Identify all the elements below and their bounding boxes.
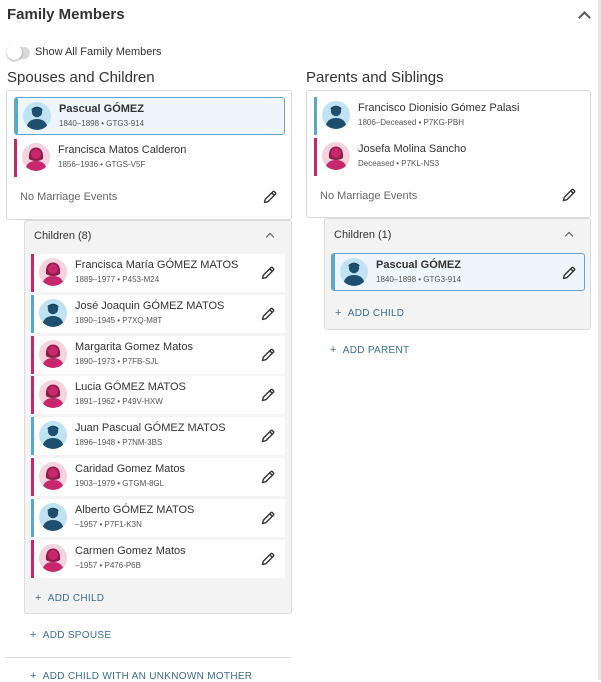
male-avatar-icon bbox=[340, 258, 368, 286]
child-card[interactable]: Caridad Gomez Matos 1903–1979 • GTGM-8GL bbox=[31, 458, 285, 496]
person-meta: –1957 • P476-P6B bbox=[75, 561, 141, 570]
person-name: Margarita Gomez Matos bbox=[75, 341, 193, 353]
person-meta: –1957 • P7F1-K3N bbox=[75, 520, 142, 529]
child-card[interactable]: Lucia GÓMEZ MATOS 1891–1962 • P49V-HXW bbox=[31, 376, 285, 414]
parents-siblings-title: Parents and Siblings bbox=[306, 69, 444, 86]
children-collapse-icon[interactable] bbox=[564, 231, 574, 241]
male-avatar-icon bbox=[322, 101, 350, 129]
child-card[interactable]: Margarita Gomez Matos 1890–1973 • P7FB-SJ… bbox=[31, 336, 285, 374]
panel-title: Family Members bbox=[7, 6, 125, 23]
add-parent-button[interactable]: + ADD PARENT bbox=[330, 344, 409, 356]
male-avatar-icon bbox=[23, 102, 51, 130]
no-marriage-events: No Marriage Events bbox=[20, 191, 118, 203]
person-name: Francisca María GÓMEZ MATOS bbox=[75, 259, 239, 271]
male-avatar-icon bbox=[39, 421, 67, 449]
child-card[interactable]: Carmen Gomez Matos –1957 • P476-P6B bbox=[31, 540, 285, 578]
parents-card: Francisco Dionisio Gómez Palasi 1806–Dec… bbox=[306, 90, 591, 218]
divider bbox=[6, 657, 290, 658]
person-name: Francisco Dionisio Gómez Palasi bbox=[358, 102, 520, 114]
edit-pencil-icon[interactable] bbox=[260, 551, 276, 567]
person-card[interactable]: Pascual GÓMEZ 1840–1898 • GTG3-914 bbox=[14, 97, 285, 135]
female-avatar-icon bbox=[39, 258, 67, 286]
person-card[interactable]: Francisca Matos Calderon 1856–1936 • GTG… bbox=[14, 139, 285, 177]
person-meta: 1840–1898 • GTG3-914 bbox=[59, 119, 145, 128]
female-avatar-icon bbox=[39, 462, 67, 490]
person-meta: 1890–1945 • P7XQ-M8T bbox=[75, 316, 163, 325]
children-collapse-icon[interactable] bbox=[265, 232, 275, 242]
person-meta: 1806–Deceased • P7KG-PBH bbox=[358, 118, 464, 127]
children-title: Children (8) bbox=[34, 230, 92, 242]
edit-pencil-icon[interactable] bbox=[260, 347, 276, 363]
person-meta: 1891–1962 • P49V-HXW bbox=[75, 397, 163, 406]
person-card[interactable]: Josefa Molina Sancho Deceased • P7KL-NS3 bbox=[314, 138, 584, 176]
edit-pencil-icon[interactable] bbox=[260, 469, 276, 485]
person-meta: 1896–1948 • P7NM-3BS bbox=[75, 438, 163, 447]
person-name: Lucia GÓMEZ MATOS bbox=[75, 381, 186, 393]
show-all-toggle[interactable] bbox=[7, 45, 30, 60]
edit-pencil-icon[interactable] bbox=[561, 187, 577, 203]
couple-card: Pascual GÓMEZ 1840–1898 • GTG3-914 Franc… bbox=[6, 90, 292, 220]
no-marriage-events: No Marriage Events bbox=[320, 190, 418, 202]
add-child-button[interactable]: + ADD CHILD bbox=[335, 307, 404, 319]
child-card[interactable]: Juan Pascual GÓMEZ MATOS 1896–1948 • P7NM… bbox=[31, 417, 285, 455]
female-avatar-icon bbox=[22, 143, 50, 171]
child-card[interactable]: Francisca María GÓMEZ MATOS 1889–1977 • P… bbox=[31, 254, 285, 292]
edit-pencil-icon[interactable] bbox=[262, 189, 278, 205]
person-name: Francisca Matos Calderon bbox=[58, 144, 187, 156]
person-meta: Deceased • P7KL-NS3 bbox=[358, 159, 440, 168]
female-avatar-icon bbox=[39, 380, 67, 408]
person-meta: 1856–1936 • GTGS-V5F bbox=[58, 160, 146, 169]
collapse-chevron-icon[interactable] bbox=[578, 11, 591, 24]
edit-pencil-icon[interactable] bbox=[260, 510, 276, 526]
spouses-children-title: Spouses and Children bbox=[7, 69, 155, 86]
edit-pencil-icon[interactable] bbox=[260, 265, 276, 281]
female-avatar-icon bbox=[39, 340, 67, 368]
add-spouse-button[interactable]: + ADD SPOUSE bbox=[30, 629, 111, 641]
person-name: Pascual GÓMEZ bbox=[376, 259, 461, 271]
person-name: Carmen Gomez Matos bbox=[75, 545, 186, 557]
person-meta: 1889–1977 • P453-M24 bbox=[75, 275, 160, 284]
female-avatar-icon bbox=[322, 142, 350, 170]
person-card[interactable]: Pascual GÓMEZ 1840–1898 • GTG3-914 bbox=[331, 253, 585, 291]
siblings-panel: Children (1) Pascual GÓMEZ 1840–1898 • G… bbox=[324, 218, 591, 330]
person-name: José Joaquin GÓMEZ MATOS bbox=[75, 300, 225, 312]
person-meta: 1840–1898 • GTG3-914 bbox=[376, 275, 462, 284]
children-title: Children (1) bbox=[334, 229, 392, 241]
male-avatar-icon bbox=[39, 299, 67, 327]
person-name: Josefa Molina Sancho bbox=[358, 143, 467, 155]
person-card[interactable]: Francisco Dionisio Gómez Palasi 1806–Dec… bbox=[314, 97, 584, 135]
children-panel: Children (8) Francisca María GÓMEZ MATOS… bbox=[24, 220, 292, 614]
edit-pencil-icon[interactable] bbox=[260, 387, 276, 403]
show-all-label: Show All Family Members bbox=[35, 46, 162, 58]
male-avatar-icon bbox=[39, 503, 67, 531]
person-name: Juan Pascual GÓMEZ MATOS bbox=[75, 422, 226, 434]
edit-pencil-icon[interactable] bbox=[561, 265, 577, 281]
child-card[interactable]: Alberto GÓMEZ MATOS –1957 • P7F1-K3N bbox=[31, 499, 285, 537]
person-name: Alberto GÓMEZ MATOS bbox=[75, 504, 195, 516]
person-name: Pascual GÓMEZ bbox=[59, 103, 144, 115]
edit-pencil-icon[interactable] bbox=[260, 306, 276, 322]
add-child-button[interactable]: + ADD CHILD bbox=[35, 592, 104, 604]
female-avatar-icon bbox=[39, 544, 67, 572]
child-card[interactable]: José Joaquin GÓMEZ MATOS 1890–1945 • P7XQ… bbox=[31, 295, 285, 333]
add-child-unknown-mother-button[interactable]: + ADD CHILD WITH AN UNKNOWN MOTHER bbox=[30, 670, 252, 682]
person-meta: 1903–1979 • GTGM-8GL bbox=[75, 479, 165, 488]
person-meta: 1890–1973 • P7FB-SJL bbox=[75, 357, 159, 366]
person-name: Caridad Gomez Matos bbox=[75, 463, 186, 475]
edit-pencil-icon[interactable] bbox=[260, 428, 276, 444]
